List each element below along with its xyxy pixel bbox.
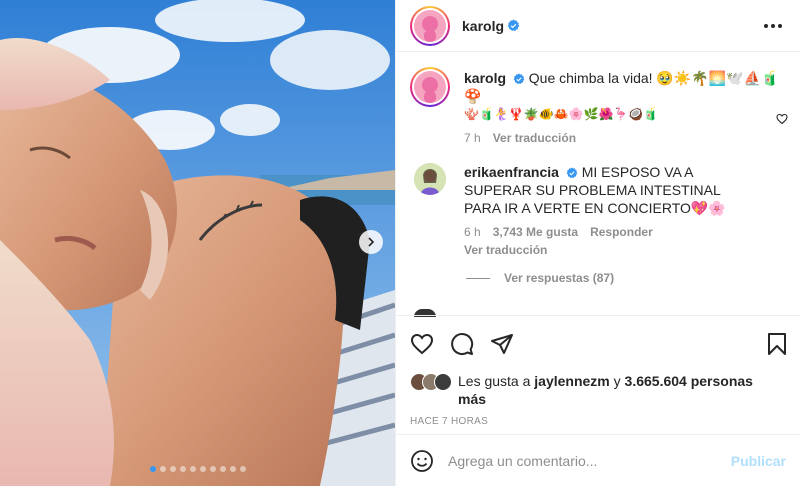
view-replies-button[interactable]: Ver respuestas (87) <box>466 271 786 285</box>
carousel-dot <box>149 466 156 472</box>
caption-translate-link[interactable]: Ver traducción <box>493 131 576 145</box>
comment-button[interactable] <box>450 332 474 356</box>
likes-prefix: Les gusta a <box>458 373 531 389</box>
replies-divider <box>466 277 490 279</box>
post-side-panel: karolg karolg Que chimba la vida! 🥹☀️🌴🌅🕊… <box>395 0 800 486</box>
carousel-dot <box>199 466 206 472</box>
carousel-dot <box>179 466 186 472</box>
caption: karolg Que chimba la vida! 🥹☀️🌴🌅🕊️⛵️🧃🍄 🪸… <box>410 67 786 145</box>
avatar-illustration-icon <box>422 15 438 42</box>
likers-avatars <box>410 373 452 391</box>
emoji-button[interactable] <box>410 449 434 473</box>
carousel-dot <box>219 466 226 472</box>
avatar-photo-icon <box>414 163 446 195</box>
emoji-icon <box>411 449 433 472</box>
post-header: karolg <box>396 0 800 52</box>
comment-translate-link[interactable]: Ver traducción <box>464 243 547 257</box>
author-username[interactable]: karolg <box>462 18 504 34</box>
verified-badge-icon <box>507 19 520 31</box>
carousel-dot <box>159 466 166 472</box>
likes-mid: y <box>613 373 621 389</box>
comment-icon <box>451 333 474 356</box>
verified-badge-icon <box>566 167 578 179</box>
carousel-dot <box>189 466 196 472</box>
carousel-next-button[interactable] <box>359 230 383 254</box>
caption-avatar[interactable] <box>410 67 450 107</box>
verified-badge-icon <box>513 73 525 85</box>
likes-suffix[interactable]: más <box>458 391 486 407</box>
likes-summary[interactable]: Les gusta a jaylennezm y 3.665.604 perso… <box>410 372 788 408</box>
caption-text-line2: 🪸🧃🧜‍♀️🦞🪴🐠🦀🌸🌿🌺🦩🥥🧃 <box>464 107 659 121</box>
caption-username[interactable]: karolg <box>464 70 506 86</box>
caption-time[interactable]: 7 h <box>464 131 481 145</box>
post-timestamp[interactable]: HACE 7 HORAS <box>410 416 788 427</box>
likes-user[interactable]: jaylennezm <box>534 373 609 389</box>
comment-item: erikaenfrancia MI ESPOSO VA A SUPERAR SU… <box>410 163 786 257</box>
likes-count[interactable]: 3.665.604 personas <box>625 373 753 389</box>
carousel-dot <box>209 466 216 472</box>
add-comment-input[interactable] <box>448 452 717 469</box>
commenter-avatar[interactable] <box>414 163 446 195</box>
post-photo <box>0 0 395 486</box>
share-button[interactable] <box>490 332 514 356</box>
save-button[interactable] <box>766 332 788 356</box>
comment-username[interactable]: erikaenfrancia <box>464 164 559 180</box>
instagram-post: karolg karolg Que chimba la vida! 🥹☀️🌴🌅🕊… <box>0 0 800 486</box>
add-comment-bar: Publicar <box>396 434 800 486</box>
caption-text: Que chimba la vida! 🥹☀️🌴🌅🕊️⛵️🧃🍄 <box>464 70 779 104</box>
comments-list[interactable]: karolg Que chimba la vida! 🥹☀️🌴🌅🕊️⛵️🧃🍄 🪸… <box>396 53 800 315</box>
avatar-illustration-icon <box>422 77 438 103</box>
comment-time[interactable]: 6 h <box>464 225 481 239</box>
carousel-dot <box>229 466 236 472</box>
comment-reply-button[interactable]: Responder <box>590 225 653 239</box>
heart-icon <box>410 333 434 355</box>
bookmark-icon <box>768 333 786 355</box>
more-dot <box>778 23 782 28</box>
heart-icon <box>776 113 788 125</box>
author-avatar[interactable] <box>410 5 450 46</box>
more-options-button[interactable] <box>758 18 788 34</box>
liker-avatar <box>434 373 452 391</box>
like-button[interactable] <box>410 332 434 356</box>
chevron-right-icon <box>368 237 375 247</box>
send-icon <box>491 334 513 354</box>
more-dot <box>764 23 768 28</box>
carousel-indicator <box>0 466 395 472</box>
post-media[interactable] <box>0 0 395 486</box>
view-replies-label: Ver respuestas (87) <box>504 271 615 285</box>
comment-like-button[interactable] <box>776 112 788 128</box>
carousel-dot <box>169 466 176 472</box>
post-actions: Les gusta a jaylennezm y 3.665.604 perso… <box>396 315 800 427</box>
carousel-dot <box>239 466 246 472</box>
more-dot <box>771 23 775 28</box>
comment-likes[interactable]: 3,743 Me gusta <box>493 225 578 239</box>
publish-button[interactable]: Publicar <box>731 453 786 469</box>
